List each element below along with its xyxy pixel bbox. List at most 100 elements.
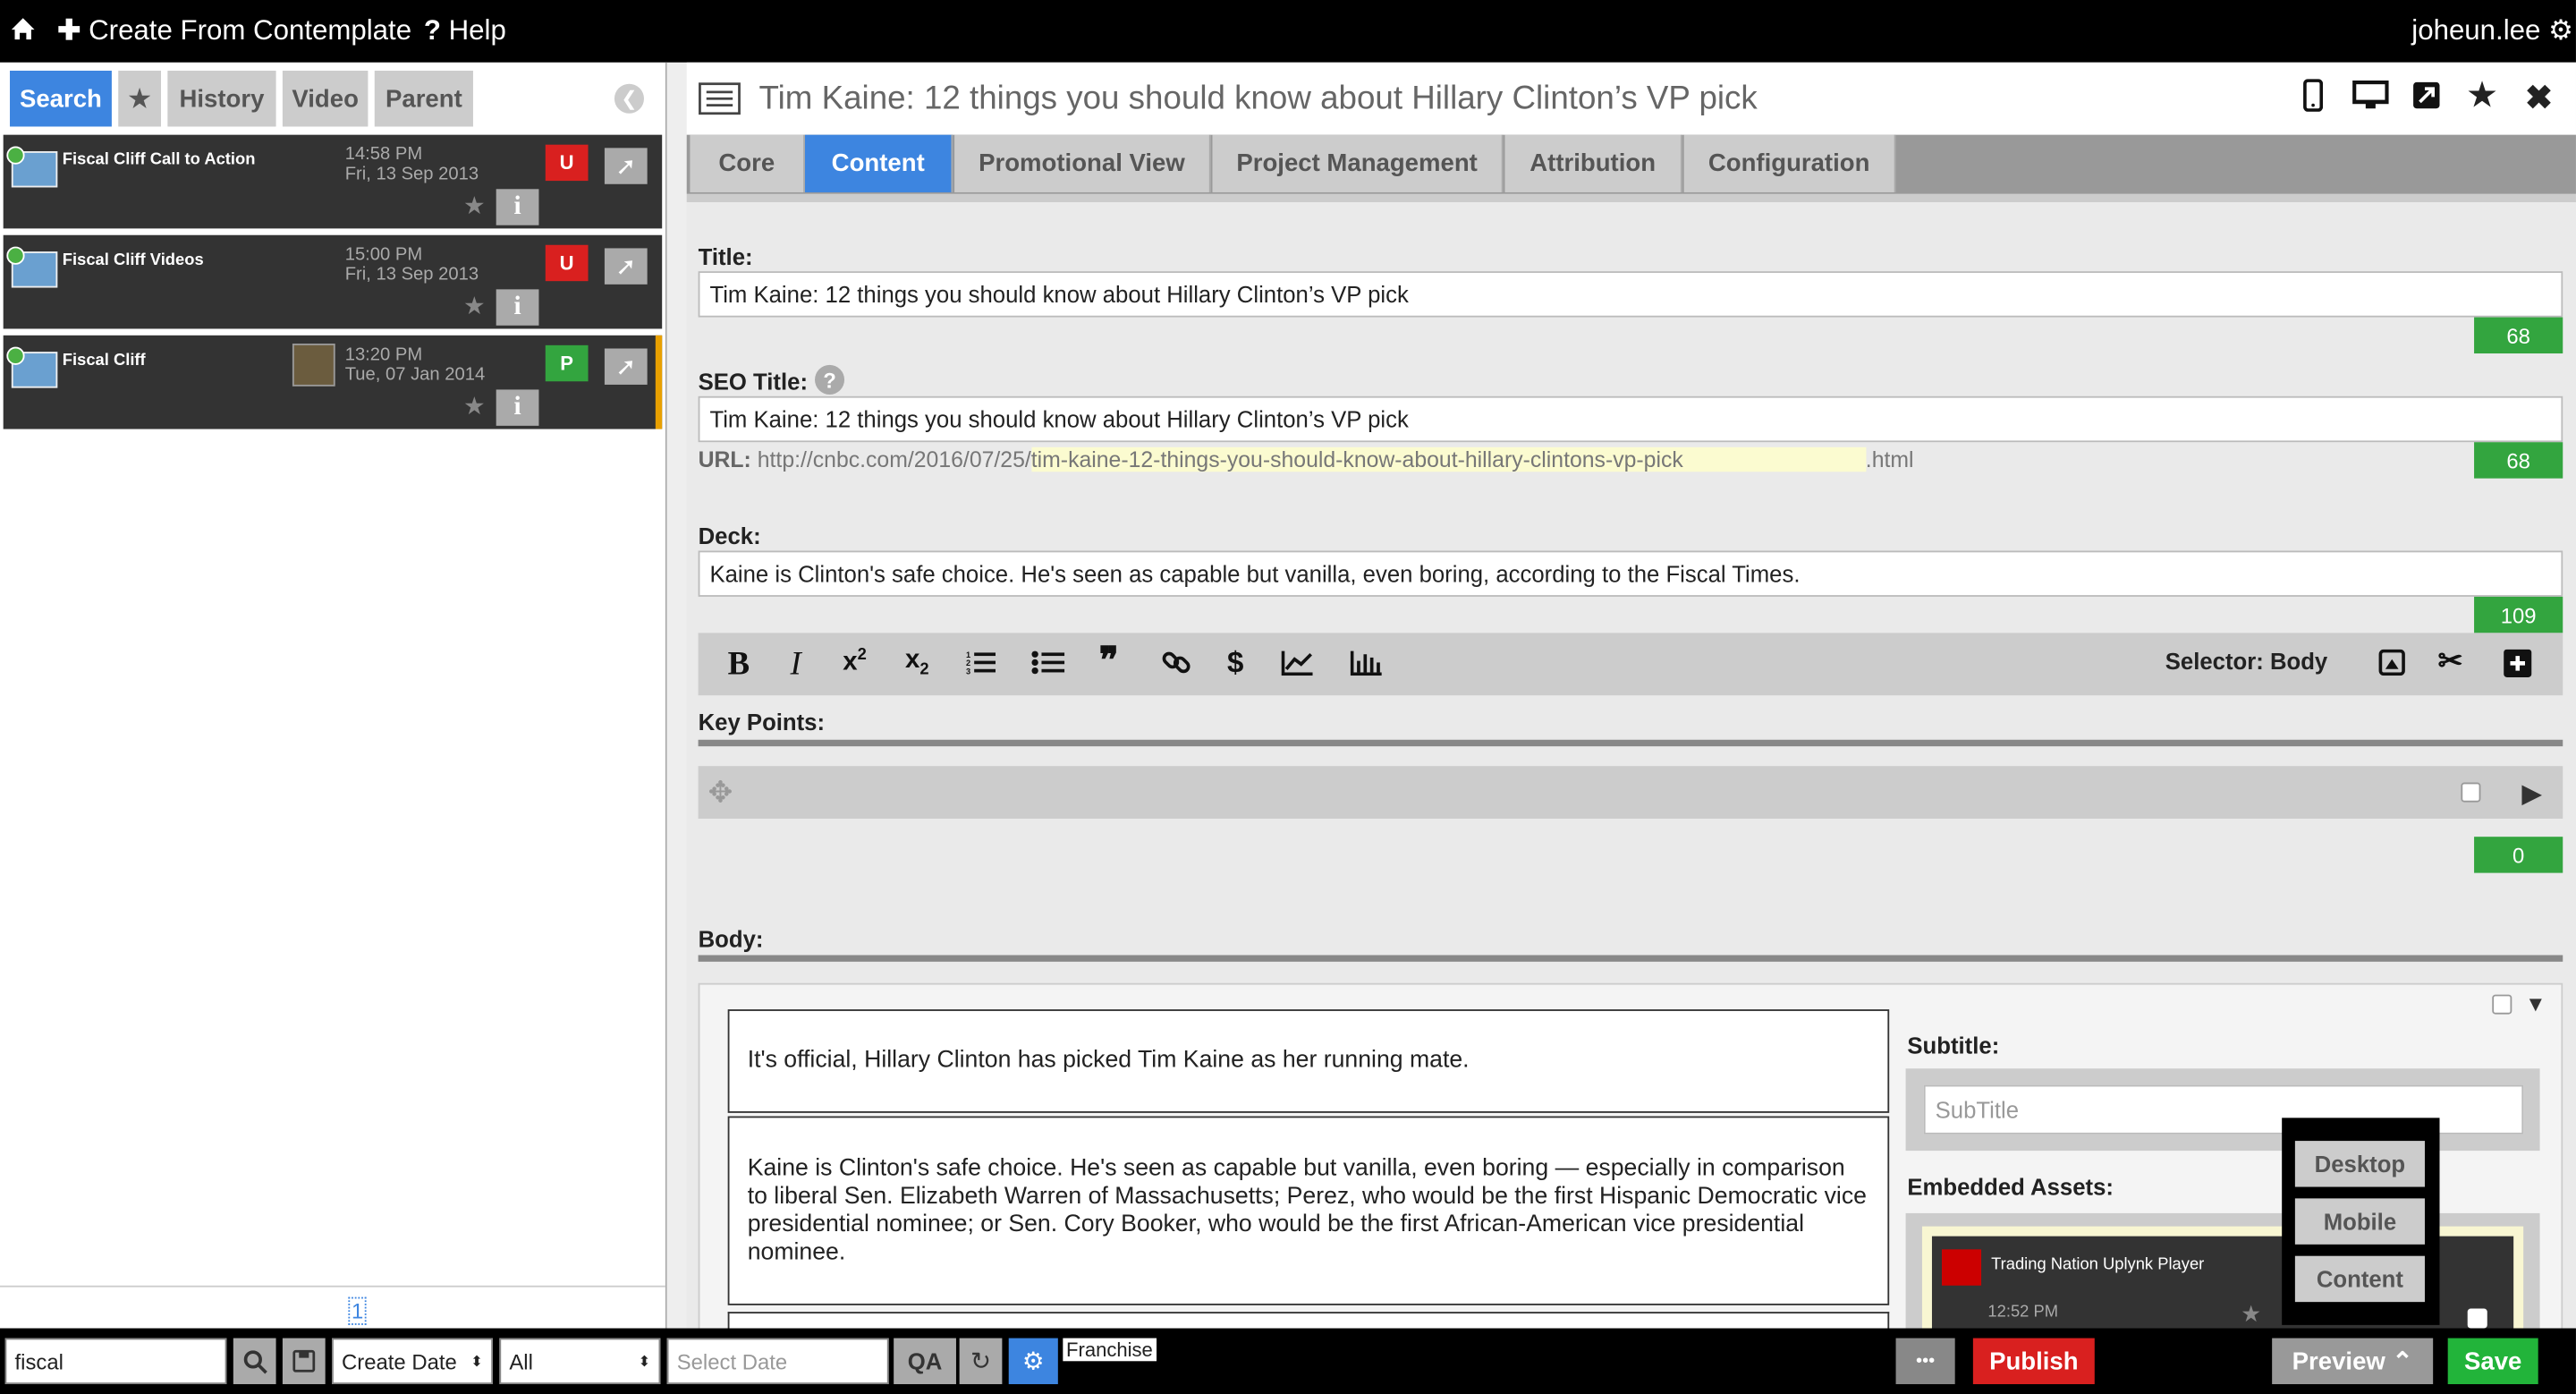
sort-select[interactable]: Create Date ⬍	[332, 1338, 494, 1385]
ordered-list-icon[interactable]: 123	[966, 650, 996, 684]
tab-configuration[interactable]: Configuration	[1683, 134, 1896, 192]
title-label: Title:	[698, 242, 753, 270]
document-header: Tim Kaine: 12 things you should know abo…	[686, 62, 2576, 135]
result-item[interactable]: Fiscal Cliff Call to Action 14:58 PM Fri,…	[3, 134, 663, 229]
star-icon[interactable]: ★	[463, 291, 486, 320]
preview-mobile-option[interactable]: Mobile	[2294, 1198, 2425, 1245]
save-button[interactable]: Save	[2447, 1338, 2538, 1385]
add-block-icon[interactable]	[2504, 649, 2532, 685]
deck-char-count: 109	[2474, 596, 2563, 633]
bold-icon[interactable]: B	[728, 646, 750, 684]
franchise-label[interactable]: Franchise	[1063, 1338, 1157, 1362]
publish-button[interactable]: Publish	[1972, 1338, 2095, 1385]
deck-input[interactable]: Kaine is Clinton's safe choice. He's see…	[698, 550, 2563, 597]
search-input[interactable]: fiscal	[4, 1338, 227, 1385]
editor-toolbar: B I x2 x2 123 ❞ $ Selector: Body ✂	[698, 633, 2563, 696]
seo-title-label: SEO Title:	[698, 368, 809, 395]
scissors-icon[interactable]: ✂	[2438, 644, 2463, 679]
filter-select[interactable]: All ⬍	[499, 1338, 661, 1385]
url-prefix: http://cnbc.com/2016/07/25/	[757, 446, 1031, 472]
select-checkbox[interactable]	[2467, 1308, 2487, 1329]
asset-thumbnail	[1941, 1249, 1982, 1286]
splitter[interactable]	[666, 62, 687, 1329]
preview-content-option[interactable]: Content	[2294, 1255, 2425, 1303]
body-label: Body:	[698, 925, 764, 952]
bar-chart-icon[interactable]	[1350, 650, 1384, 684]
date-input[interactable]: Select Date	[666, 1338, 889, 1385]
tab-video[interactable]: Video	[282, 71, 369, 127]
username: joheun.lee	[2411, 14, 2541, 47]
home-icon[interactable]	[10, 16, 36, 49]
url-suffix: .html	[1865, 446, 1914, 472]
line-chart-icon[interactable]	[1281, 650, 1315, 684]
status-badge: P	[545, 344, 589, 382]
tab-content[interactable]: Content	[804, 134, 953, 192]
content-type-icon	[6, 346, 58, 388]
superscript-icon[interactable]: x2	[843, 646, 867, 678]
chevron-down-icon[interactable]: ▼	[2525, 991, 2546, 1016]
bullet-list-icon[interactable]	[1031, 650, 1065, 684]
star-icon[interactable]: ★	[2466, 74, 2498, 117]
settings-filter-icon[interactable]: ⚙	[1008, 1338, 1058, 1385]
image-icon[interactable]	[2378, 649, 2405, 684]
help-button[interactable]: ? Help	[424, 15, 506, 48]
close-icon[interactable]: ✖	[2525, 77, 2553, 118]
user-menu[interactable]: joheun.lee ⚙	[2411, 15, 2573, 48]
preview-desktop-option[interactable]: Desktop	[2294, 1141, 2425, 1187]
result-item[interactable]: Fiscal Cliff Videos 15:00 PM Fri, 13 Sep …	[3, 234, 663, 329]
tab-search[interactable]: Search	[10, 71, 112, 127]
page-title: Tim Kaine: 12 things you should know abo…	[758, 81, 1758, 117]
body-paragraph[interactable]: It's official, Hillary Clinton has picke…	[727, 1009, 1890, 1113]
link-icon[interactable]	[1162, 648, 1191, 685]
seo-char-count: 68	[2474, 442, 2563, 479]
move-icon[interactable]: ✥	[708, 776, 733, 811]
info-icon[interactable]: i	[496, 289, 539, 326]
save-search-icon[interactable]	[282, 1338, 326, 1385]
italic-icon[interactable]: I	[790, 646, 801, 684]
tab-promotional-view[interactable]: Promotional View	[954, 134, 1211, 192]
tab-attribution[interactable]: Attribution	[1504, 134, 1682, 192]
open-arrow-icon[interactable]: ➚	[604, 348, 648, 385]
help-icon[interactable]: ?	[815, 364, 845, 395]
quote-icon[interactable]: ❞	[1099, 640, 1119, 683]
tab-favorites[interactable]: ★	[118, 71, 161, 127]
tab-project-management[interactable]: Project Management	[1212, 134, 1504, 192]
subtitle-label: Subtitle:	[1907, 1032, 2000, 1059]
star-icon[interactable]: ★	[463, 191, 486, 220]
page-number[interactable]: 1	[348, 1296, 368, 1325]
tab-history[interactable]: History	[167, 71, 276, 127]
open-arrow-icon[interactable]: ➚	[604, 248, 648, 285]
info-icon[interactable]: i	[496, 189, 539, 225]
play-icon[interactable]: ▶	[2521, 778, 2542, 811]
subscript-icon[interactable]: x2	[905, 646, 929, 679]
dollar-icon[interactable]: $	[1227, 646, 1243, 681]
star-icon[interactable]: ★	[463, 391, 486, 421]
selector-label[interactable]: Selector: Body	[2165, 648, 2327, 674]
result-item[interactable]: Fiscal Cliff 13:20 PM Tue, 07 Jan 2014 P …	[3, 335, 663, 429]
qa-icon[interactable]: QA	[894, 1338, 956, 1385]
help-label: Help	[448, 14, 506, 47]
create-from-contemplate-button[interactable]: ✚ Create From Contemplate	[57, 15, 411, 48]
search-icon[interactable]	[233, 1338, 276, 1385]
asset-time: 12:52 PM	[1987, 1303, 2059, 1322]
info-icon[interactable]: i	[496, 389, 539, 426]
collapse-icon[interactable]: ❮	[614, 83, 644, 114]
seo-title-input[interactable]: Tim Kaine: 12 things you should know abo…	[698, 395, 2563, 443]
open-arrow-icon[interactable]: ➚	[604, 148, 648, 184]
tab-parent[interactable]: Parent	[374, 71, 473, 127]
url-slug-input[interactable]: tim-kaine-12-things-you-should-know-abou…	[1030, 446, 1866, 472]
body-paragraph[interactable]: Kaine is Clinton's safe choice. He's see…	[727, 1116, 1890, 1305]
tab-core[interactable]: Core	[690, 134, 805, 192]
preview-button[interactable]: Preview ⌃	[2272, 1338, 2434, 1385]
refresh-icon[interactable]: ↻	[959, 1338, 1003, 1385]
select-checkbox[interactable]	[2461, 782, 2481, 803]
preview-menu: Desktop Mobile Content	[2282, 1118, 2440, 1325]
more-button[interactable]: •••	[1895, 1338, 1955, 1385]
key-points-count: 0	[2474, 837, 2563, 873]
desktop-preview-icon[interactable]	[2351, 80, 2390, 118]
select-checkbox[interactable]	[2492, 994, 2512, 1015]
open-external-icon[interactable]	[2411, 81, 2441, 118]
mobile-preview-icon[interactable]	[2303, 79, 2324, 122]
title-input[interactable]: Tim Kaine: 12 things you should know abo…	[698, 271, 2563, 318]
star-icon[interactable]: ★	[2241, 1300, 2261, 1328]
